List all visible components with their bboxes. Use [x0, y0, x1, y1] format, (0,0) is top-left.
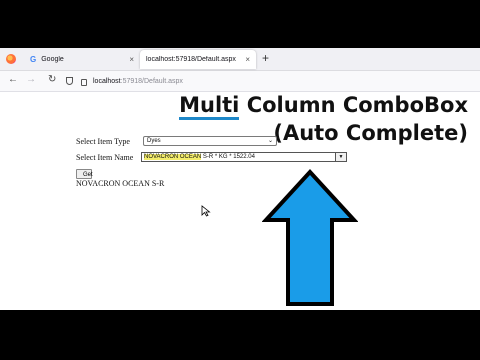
- address-bar[interactable]: localhost:57918/Default.aspx: [66, 74, 236, 88]
- item-name-combobox[interactable]: NOVACRON OCEAN S-R * KG * 1522.04 ▼: [141, 152, 347, 162]
- up-arrow-icon: [262, 169, 358, 306]
- title-line-1: Multi Column ComboBox: [179, 91, 468, 120]
- nav-bar: ← → ↻ localhost:57918/Default.aspx: [0, 71, 480, 92]
- item-type-value: Dyes: [147, 138, 161, 144]
- google-icon: G: [30, 55, 37, 64]
- reload-icon[interactable]: ↻: [48, 74, 56, 85]
- page-info-icon[interactable]: [81, 78, 87, 86]
- url-path: :57918/Default.aspx: [120, 77, 183, 85]
- new-tab-button[interactable]: +: [262, 51, 269, 65]
- tab-google[interactable]: G Google ×: [24, 50, 140, 69]
- dropdown-arrow-icon[interactable]: ▼: [335, 153, 346, 161]
- chevron-down-icon: ⌄: [267, 138, 273, 144]
- result-text: NOVACRON OCEAN S-R: [76, 179, 165, 188]
- url-host: localhost: [93, 77, 121, 85]
- combobox-text: S-R * KG * 1522.04: [201, 154, 255, 160]
- mouse-cursor-icon: [201, 205, 211, 217]
- url-text: localhost:57918/Default.aspx: [93, 78, 183, 85]
- item-type-label: Select Item Type: [76, 137, 130, 146]
- shield-icon: [66, 77, 73, 85]
- browser-window: G Google × localhost:57918/Default.aspx …: [0, 48, 480, 310]
- close-icon[interactable]: ×: [245, 55, 250, 64]
- forward-arrow-icon[interactable]: →: [26, 74, 36, 85]
- item-type-select[interactable]: Dyes ⌄: [143, 136, 277, 146]
- back-arrow-icon[interactable]: ←: [8, 74, 18, 85]
- item-name-label: Select Item Name: [76, 153, 134, 162]
- autocomplete-match: NOVACRON OCEAN: [144, 154, 202, 160]
- tab-localhost[interactable]: localhost:57918/Default.aspx ×: [140, 50, 256, 69]
- close-icon[interactable]: ×: [129, 55, 134, 64]
- tab-bar: G Google × localhost:57918/Default.aspx …: [0, 48, 480, 71]
- tab-label: localhost:57918/Default.aspx: [146, 56, 236, 63]
- title-line-1-rest: Column ComboBox: [239, 93, 468, 117]
- title-underlined-word: Multi: [179, 93, 240, 120]
- tab-label: Google: [41, 56, 64, 63]
- get-button[interactable]: Get: [76, 169, 93, 179]
- firefox-logo-icon: [6, 54, 16, 64]
